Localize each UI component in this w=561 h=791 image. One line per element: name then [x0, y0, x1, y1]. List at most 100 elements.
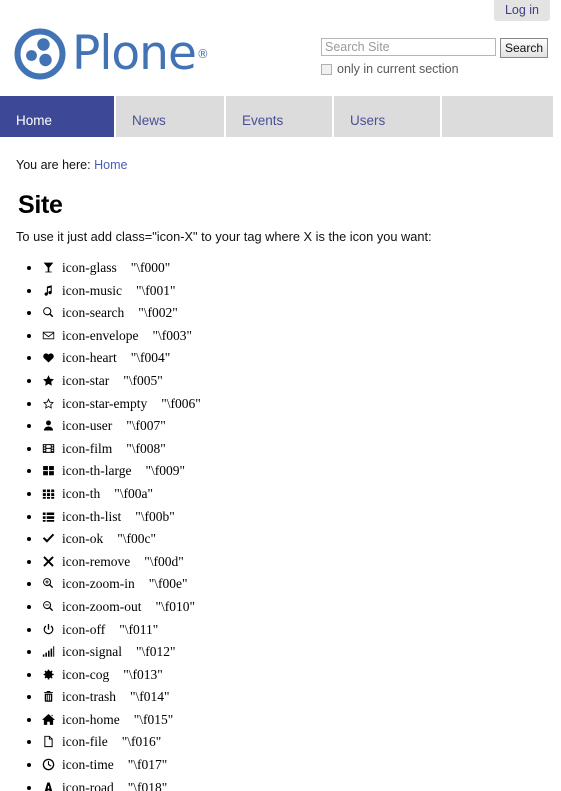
- glass-icon: [42, 258, 62, 281]
- nav-tab-home[interactable]: Home: [0, 96, 116, 137]
- icon-class-name: icon-road: [62, 779, 114, 791]
- icon-unicode-code: "\f00e": [148, 576, 188, 592]
- icon-list-item: icon-time "\f017": [42, 754, 561, 777]
- global-navigation: Home News Events Users: [0, 96, 561, 140]
- icon-unicode-code: "\f014": [129, 689, 170, 705]
- icon-unicode-code: "\f006": [161, 395, 201, 411]
- icon-unicode-code: "\f013": [123, 666, 163, 682]
- icon-unicode-code: "\f003": [152, 327, 192, 343]
- nav-tab-empty[interactable]: [442, 96, 555, 137]
- plone-logo-icon: [14, 28, 66, 80]
- icon-unicode-code: "\f009": [145, 463, 186, 479]
- icon-class-name: icon-th: [62, 485, 101, 501]
- icon-class-name: icon-trash: [62, 689, 116, 705]
- icon-class-name: icon-file: [62, 734, 108, 750]
- icon-unicode-code: "\f008": [126, 440, 166, 456]
- icon-unicode-code: "\f007": [126, 418, 166, 434]
- icon-unicode-code: "\f000": [130, 260, 171, 275]
- icon-class-name: icon-th-list: [62, 508, 122, 524]
- site-logo[interactable]: Plone ®: [14, 26, 209, 82]
- icon-class-name: icon-cog: [62, 666, 110, 682]
- search-icon: [42, 303, 62, 326]
- icon-list-item: icon-off "\f011": [42, 619, 561, 642]
- page-description: To use it just add class="icon-X" to you…: [16, 229, 432, 244]
- logo-wordmark: Plone: [72, 26, 197, 81]
- icon-class-name: icon-search: [62, 305, 125, 321]
- signal-icon: [42, 642, 62, 665]
- icon-unicode-code: "\f015": [133, 711, 174, 727]
- breadcrumb-item-home[interactable]: Home: [94, 158, 127, 172]
- icon-unicode-code: "\f010": [155, 598, 196, 614]
- icon-list-item: icon-signal "\f012": [42, 641, 561, 664]
- icon-list-item: icon-home "\f015": [42, 709, 561, 732]
- film-icon: [42, 439, 62, 462]
- icon-class-name: icon-zoom-out: [62, 598, 142, 614]
- icon-unicode-code: "\f018": [127, 779, 168, 791]
- plone-page: Log in Plone ® Search onl: [0, 0, 561, 791]
- th-list-icon: [42, 507, 62, 530]
- icon-unicode-code: "\f017": [127, 757, 168, 773]
- nav-tab-users-label: Users: [350, 113, 386, 128]
- log-in-link[interactable]: Log in: [493, 0, 550, 21]
- page-title: Site: [18, 191, 63, 219]
- icon-class-name: icon-home: [62, 711, 120, 727]
- trash-icon: [42, 687, 62, 710]
- icon-list-item: icon-cog "\f013": [42, 664, 561, 687]
- search-box: Search only in current section: [321, 38, 553, 76]
- content-core: Site To use it just add class="icon-X" t…: [0, 190, 561, 791]
- search-input[interactable]: [321, 38, 496, 56]
- icon-unicode-code: "\f00d": [144, 553, 184, 569]
- time-icon: [42, 755, 62, 778]
- icon-list-item: icon-film "\f008": [42, 438, 561, 461]
- portal-header: Plone ® Search only in current section: [0, 22, 561, 96]
- icon-unicode-code: "\f016": [121, 734, 162, 750]
- icon-list-item: icon-th "\f00a": [42, 483, 561, 506]
- icon-list-item: icon-th-large "\f009": [42, 460, 561, 483]
- star-icon: [42, 371, 62, 394]
- nav-tab-news[interactable]: News: [116, 96, 226, 137]
- nav-tab-events[interactable]: Events: [226, 96, 334, 137]
- icon-list-item: icon-music "\f001": [42, 280, 561, 303]
- icon-unicode-code: "\f012": [136, 644, 176, 660]
- only-current-section-checkbox[interactable]: [321, 64, 332, 75]
- icon-class-name: icon-user: [62, 418, 113, 434]
- icon-unicode-code: "\f005": [123, 372, 163, 388]
- icon-class-name: icon-zoom-in: [62, 576, 135, 592]
- th-large-icon: [42, 461, 62, 484]
- icon-class-name: icon-star-empty: [62, 395, 148, 411]
- nav-tab-users[interactable]: Users: [334, 96, 442, 137]
- nav-tab-home-label: Home: [16, 113, 53, 128]
- icon-list-item: icon-zoom-out "\f010": [42, 596, 561, 619]
- icon-unicode-code: "\f001": [136, 282, 176, 298]
- heart-icon: [42, 348, 62, 371]
- breadcrumb: You are here: Home: [16, 157, 127, 173]
- nav-tab-events-label: Events: [242, 113, 284, 128]
- icon-list-item: icon-glass "\f000": [42, 257, 561, 280]
- icon-class-name: icon-th-large: [62, 463, 132, 479]
- nav-tab-news-label: News: [132, 113, 166, 128]
- off-icon: [42, 620, 62, 643]
- ok-icon: [42, 529, 62, 552]
- home-icon: [42, 710, 62, 733]
- icon-class-name: icon-glass: [62, 260, 117, 275]
- icon-list-item: icon-heart "\f004": [42, 347, 561, 370]
- icon-class-name: icon-ok: [62, 531, 104, 547]
- icon-class-name: icon-heart: [62, 350, 117, 366]
- zoom-in-icon: [42, 574, 62, 597]
- file-icon: [42, 732, 62, 755]
- icon-class-name: icon-star: [62, 372, 110, 388]
- breadcrumb-prefix: You are here:: [16, 158, 91, 172]
- road-icon: [42, 778, 62, 791]
- only-current-section-label: only in current section: [337, 62, 459, 76]
- icon-list-item: icon-trash "\f014": [42, 686, 561, 709]
- icon-class-name: icon-remove: [62, 553, 131, 569]
- remove-icon: [42, 552, 62, 575]
- registered-mark: ®: [196, 47, 209, 61]
- search-row: Search: [321, 38, 553, 58]
- search-button[interactable]: Search: [500, 38, 549, 58]
- icon-list-item: icon-user "\f007": [42, 415, 561, 438]
- icon-list-item: icon-star "\f005": [42, 370, 561, 393]
- icon-list-item: icon-envelope "\f003": [42, 325, 561, 348]
- icon-class-name: icon-time: [62, 757, 114, 773]
- icon-list-item: icon-file "\f016": [42, 731, 561, 754]
